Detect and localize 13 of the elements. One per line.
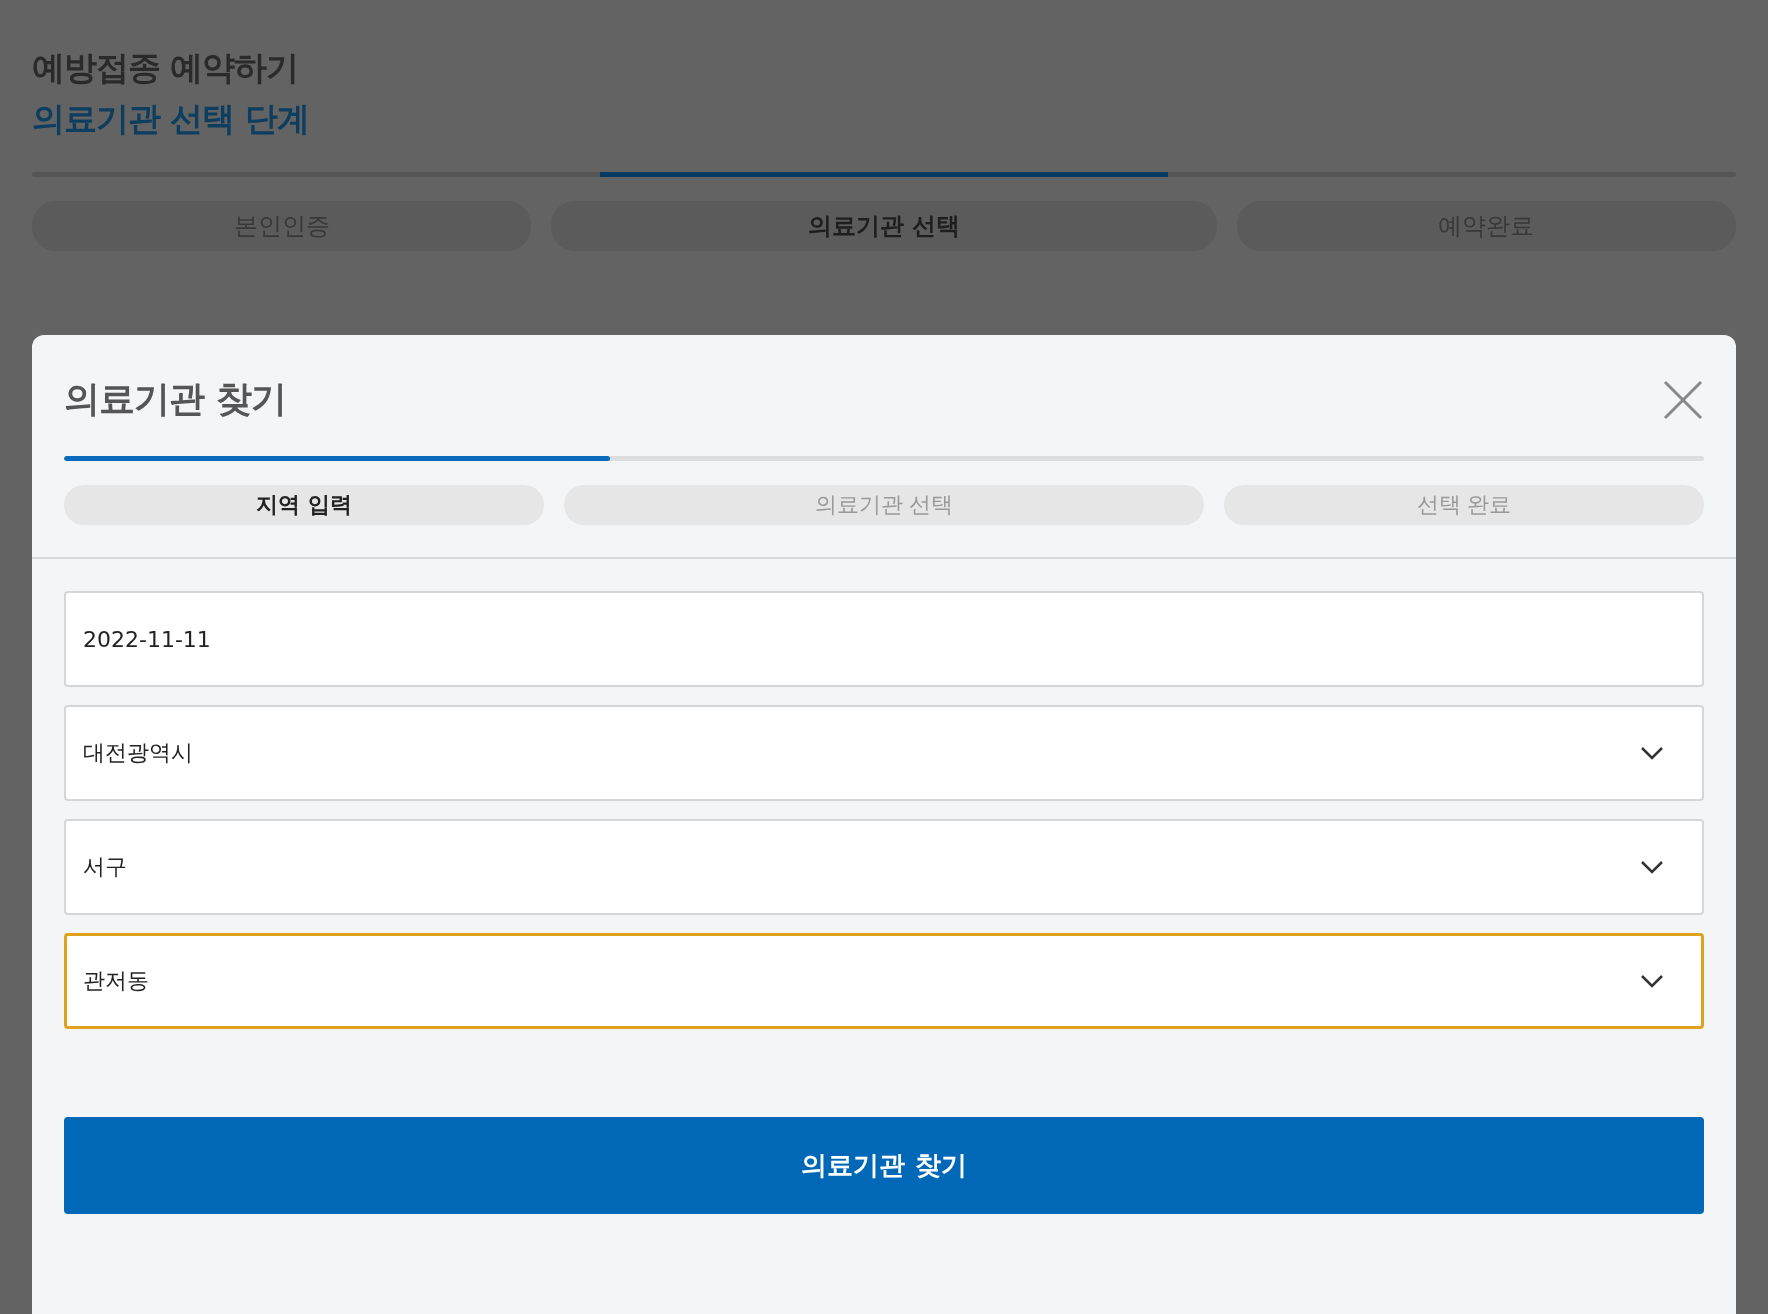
chevron-down-icon (1639, 973, 1665, 989)
page-title: 예방접종 예약하기 (32, 47, 300, 89)
close-button[interactable] (1662, 378, 1704, 421)
step-tab[interactable]: 지역 입력 (64, 485, 544, 525)
select-field[interactable]: 관저동 (64, 933, 1704, 1029)
page-subtitle: 의료기관 선택 단계 (32, 98, 310, 140)
date-field[interactable]: 2022-11-11 (64, 591, 1704, 687)
select-field[interactable]: 서구 (64, 819, 1704, 915)
search-button[interactable]: 의료기관 찾기 (64, 1117, 1704, 1214)
chevron-down-icon (1639, 745, 1665, 761)
select-field[interactable]: 대전광역시 (64, 705, 1704, 801)
chevron-down-icon (1639, 859, 1665, 875)
dialog-title: 의료기관 찾기 (64, 377, 286, 421)
